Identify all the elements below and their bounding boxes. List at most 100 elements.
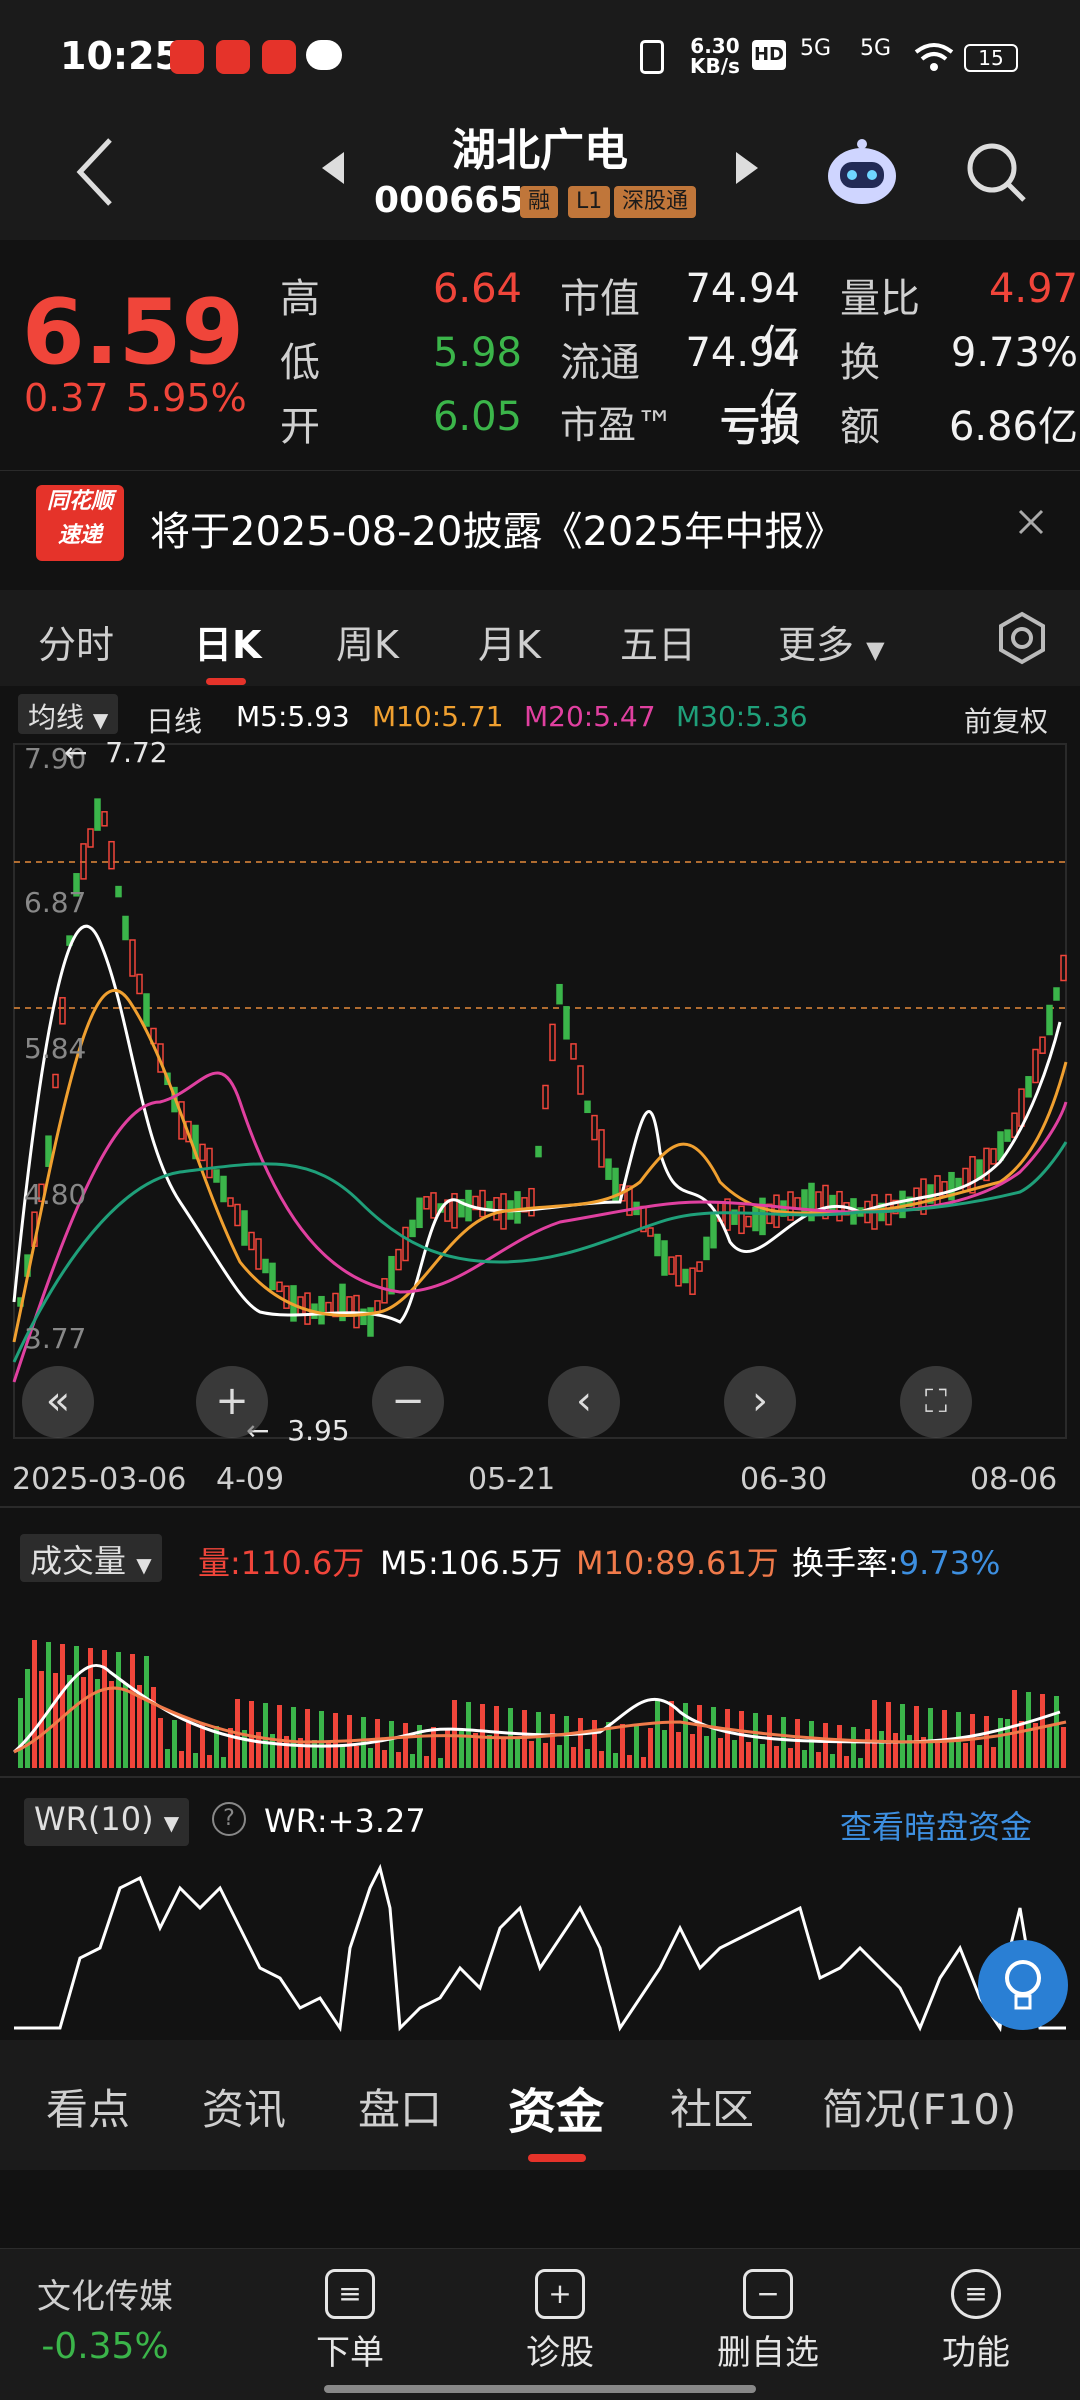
help-icon[interactable]: ? [212,1802,246,1836]
amount-value: 6.86亿 [948,404,1078,450]
ma20-line [12,1071,1068,1383]
wr-value: WR:+3.27 [264,1802,426,1840]
volume-bar [627,1755,632,1768]
turnover-label: 换 [840,340,880,386]
volume-bar [501,1737,506,1768]
diagnose-button[interactable]: + 诊股 [460,2269,660,2374]
volume-bar [914,1706,919,1768]
vibrate-icon [640,40,664,74]
volume-bar [172,1720,177,1768]
volume-bar [144,1656,149,1768]
net-speed-unit: KB/s [690,54,740,78]
sector-info[interactable]: 文化传媒 -0.35% [10,2269,200,2367]
fullscreen-icon[interactable]: ⛶ [900,1366,972,1438]
volume-bar [746,1742,751,1768]
candle [374,1300,381,1313]
volume-bar [900,1704,905,1768]
status-time: 10:25 [60,34,181,78]
volume-bar [1012,1690,1017,1768]
search-icon[interactable] [962,138,1032,208]
zoom-out-icon[interactable]: − [372,1366,444,1438]
volume-bar [354,1746,359,1768]
volume-bar [893,1733,898,1768]
menu-button[interactable]: ≡ 功能 [876,2269,1076,2374]
next-stock-icon[interactable] [732,148,762,188]
volume-bar [865,1729,870,1768]
dark-pool-link[interactable]: 查看暗盘资金 [840,1802,1032,1848]
volume-bar [760,1744,765,1768]
candle [269,1262,276,1291]
ma-selector[interactable]: 均线 ▼ [18,694,119,734]
sector-change: -0.35% [41,2326,169,2367]
candle [129,939,136,977]
candle [598,1129,605,1168]
tab-community[interactable]: 社区 [670,2076,754,2137]
volume-bar [319,1711,324,1768]
volume-bar [1019,1721,1024,1768]
ma20-legend: M20:5.47 [524,700,656,733]
tab-more[interactable]: 更多 ▼ [778,614,885,669]
tab-f10[interactable]: 简况(F10) [822,2076,1016,2137]
connect-tag: 深股通 [614,186,697,218]
low-label: 低 [280,340,320,386]
candle [430,1192,437,1219]
tab-intraday[interactable]: 分时 [38,614,114,669]
volume-bar [809,1721,814,1768]
tab-daily-k[interactable]: 日K [194,614,261,669]
candle [605,1158,612,1180]
y-tick: 4.80 [24,1178,87,1211]
volume-bar [781,1717,786,1768]
next-icon[interactable]: › [724,1366,796,1438]
adjust-mode[interactable]: 前复权 [964,700,1048,740]
prev-icon[interactable]: ‹ [548,1366,620,1438]
volume-bar [130,1654,135,1768]
remove-watchlist-button[interactable]: − 删自选 [668,2269,868,2374]
notice-bar[interactable]: 同花顺 速递 将于2025-08-20披露《2025年中报》 [0,470,1080,580]
tab-highlights[interactable]: 看点 [46,2076,130,2137]
volume-bar [935,1739,940,1768]
volume-bar [844,1756,849,1768]
candle [528,1187,535,1217]
volume-bar [970,1714,975,1768]
net-speed: 6.30 [690,34,740,58]
candle [745,1215,752,1228]
tab-news[interactable]: 资讯 [202,2076,286,2137]
close-icon[interactable] [1016,507,1046,537]
candle [423,1196,430,1210]
tab-weekly-k[interactable]: 周K [336,614,399,669]
kline-chart[interactable]: 均线 ▼ 日线 M5:5.93 M10:5.71 M20:5.47 M30:5.… [0,686,1080,1506]
candle [514,1191,521,1224]
tab-funds[interactable]: 资金 [508,2072,604,2142]
volume-bar [564,1716,569,1768]
tab-five-day[interactable]: 五日 [620,614,696,669]
order-button[interactable]: ≡ 下单 [250,2269,450,2374]
date-label: 08-06 [970,1462,1058,1497]
volume-bar [830,1754,835,1768]
volume-bar [613,1753,618,1768]
robot-assistant-icon[interactable] [822,132,902,212]
high-marker: ← 7.72 [64,736,168,769]
order-label: 下单 [316,2333,384,2373]
volume-bar [1047,1725,1052,1768]
volume-bar [67,1675,72,1768]
wr-selector[interactable]: WR(10) ▼ [24,1798,190,1846]
zoom-in-icon[interactable]: + [196,1366,268,1438]
diagnose-icon: + [535,2269,585,2319]
open-label: 开 [280,404,320,450]
volume-bar [928,1708,933,1768]
volume-bar [340,1744,345,1768]
settings-icon[interactable] [994,610,1050,666]
volume-bar [179,1751,184,1768]
volume-bar [984,1716,989,1768]
rewind-icon[interactable]: « [22,1366,94,1438]
volratio-value: 4.97 [988,266,1078,312]
volume-bar [704,1736,709,1768]
volume-bar [305,1709,310,1768]
lightbulb-assistant-icon[interactable] [978,1940,1068,2030]
volume-bar [207,1755,212,1768]
tab-monthly-k[interactable]: 月K [478,614,541,669]
volume-bar [837,1725,842,1768]
volume-selector[interactable]: 成交量 ▼ [20,1534,162,1582]
tab-order-book[interactable]: 盘口 [358,2076,442,2137]
volume-bar [585,1749,590,1768]
